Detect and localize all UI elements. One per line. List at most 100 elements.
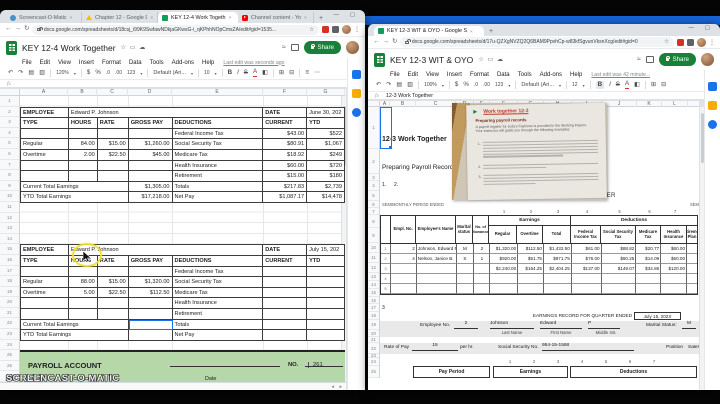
grid-cell[interactable]: E bbox=[172, 89, 263, 96]
grid-cell[interactable]: $60.25 bbox=[601, 254, 637, 264]
row-number[interactable]: 7 bbox=[0, 160, 19, 171]
header-medicare-tax[interactable]: Medicare Tax bbox=[636, 226, 661, 244]
row-number[interactable]: 1 bbox=[368, 107, 379, 149]
grid-cell[interactable]: $22.50 bbox=[97, 149, 129, 161]
row-number[interactable]: 3 bbox=[0, 117, 19, 128]
employee-no-value[interactable]: 2 bbox=[454, 321, 478, 329]
keep-icon[interactable] bbox=[708, 101, 717, 110]
extensions-icon[interactable] bbox=[332, 26, 339, 33]
italic-icon[interactable]: I bbox=[609, 81, 611, 88]
grid-cell[interactable] bbox=[307, 277, 345, 288]
move-folder-icon[interactable]: ▭ bbox=[488, 57, 493, 63]
italic-icon[interactable]: I bbox=[237, 69, 239, 76]
maximize-button[interactable]: ▢ bbox=[705, 25, 710, 31]
row-number[interactable]: 19 bbox=[0, 287, 19, 298]
zoom-select[interactable]: 120% bbox=[56, 70, 69, 76]
redo-icon[interactable]: ↷ bbox=[18, 69, 23, 76]
marital-status-value[interactable]: M bbox=[682, 321, 696, 329]
grid-cell[interactable]: F bbox=[263, 89, 307, 96]
grid-cell[interactable]: YTD bbox=[307, 255, 345, 267]
period-ended-label[interactable]: SEMIMONTHLY PERIOD ENDED bbox=[382, 202, 444, 207]
ytd-total-label-cell[interactable]: YTD Total Earnings bbox=[21, 192, 129, 203]
grid-cell[interactable] bbox=[474, 264, 491, 274]
chrome-menu-icon[interactable]: ⋮ bbox=[709, 39, 715, 46]
totals-ytd-cell[interactable]: $2,739 bbox=[307, 181, 346, 193]
strikethrough-icon[interactable]: S bbox=[616, 81, 620, 88]
tab-chapter12[interactable]: Chapter 12 - Google D × bbox=[82, 12, 158, 23]
current-total-label-cell[interactable]: Current Total Earnings bbox=[21, 319, 129, 331]
grid-cell[interactable]: TYPE bbox=[21, 118, 69, 129]
grid-cell[interactable] bbox=[416, 284, 457, 294]
grid-cell[interactable]: A bbox=[20, 89, 68, 96]
grid-cell[interactable] bbox=[474, 284, 491, 294]
row-number[interactable]: 7 bbox=[368, 208, 379, 215]
rate-of-pay-value[interactable]: 15 bbox=[412, 343, 458, 351]
row-number[interactable]: 15 bbox=[368, 289, 379, 297]
grid-cell[interactable]: Medicare Tax bbox=[172, 287, 264, 299]
row-number[interactable]: 14 bbox=[0, 234, 19, 245]
grid-cell[interactable]: $137.00 bbox=[571, 264, 602, 274]
step3-cell[interactable]: 3 bbox=[382, 305, 385, 311]
grid-cell[interactable]: $61.00 bbox=[571, 244, 602, 254]
employee-no-label[interactable]: Employee No. bbox=[420, 323, 450, 328]
grid-cell[interactable]: $1,320.00 bbox=[128, 277, 173, 288]
grid-cell[interactable] bbox=[518, 274, 544, 284]
grid-cell[interactable]: Format bbox=[102, 60, 121, 66]
back-button[interactable]: ← bbox=[5, 26, 12, 33]
row-number[interactable]: 15 bbox=[0, 244, 19, 255]
grid-cell[interactable]: 84.00 bbox=[68, 139, 98, 150]
grid-cell[interactable] bbox=[263, 298, 308, 309]
grid-cell[interactable] bbox=[416, 274, 457, 284]
grid-cell[interactable]: Data bbox=[129, 60, 142, 66]
activity-icon[interactable]: ≈ bbox=[637, 56, 641, 63]
header-federal-income-tax[interactable]: Federal Income Tax bbox=[571, 226, 601, 244]
paint-format-icon[interactable]: ▥ bbox=[407, 81, 413, 88]
grid-cell[interactable] bbox=[687, 244, 697, 254]
grid-cell[interactable]: Edit bbox=[408, 72, 418, 78]
tab-key-12-3[interactable]: KEY 12-3 WIT & OYO - Google S × bbox=[374, 26, 484, 36]
grid-cell[interactable]: Federal Income Tax bbox=[172, 128, 264, 140]
grid-cell[interactable]: RATE bbox=[97, 118, 129, 129]
grid-cell[interactable]: Data bbox=[497, 72, 510, 78]
percent-format-icon[interactable]: % bbox=[463, 81, 469, 88]
date-label-cell[interactable]: DATE bbox=[263, 107, 308, 119]
row-number[interactable]: 6 bbox=[0, 149, 19, 160]
grid-cell[interactable]: $43.00 bbox=[263, 128, 308, 140]
merge-cells-icon[interactable]: ⊟ bbox=[661, 81, 666, 88]
borders-icon[interactable]: ⊞ bbox=[279, 69, 284, 76]
grid-cell[interactable]: Edit bbox=[40, 60, 50, 66]
header-allowances[interactable]: No. of allowances bbox=[473, 216, 489, 244]
grid-cell[interactable] bbox=[21, 308, 69, 320]
grid-cell[interactable]: Johnson, Edward P. bbox=[416, 244, 457, 254]
percent-format-icon[interactable]: % bbox=[95, 69, 101, 76]
grid-cell[interactable] bbox=[128, 266, 173, 278]
grid-cell[interactable] bbox=[307, 266, 345, 278]
select-all-corner[interactable] bbox=[368, 101, 380, 106]
tasks-icon[interactable] bbox=[352, 108, 361, 117]
grid-cell[interactable] bbox=[263, 287, 308, 299]
grid-cell[interactable]: Regular bbox=[21, 277, 69, 288]
grid-cell[interactable]: $112.50 bbox=[128, 287, 173, 299]
grid-cell[interactable]: $18.92 bbox=[263, 149, 308, 161]
totals-label-cell[interactable]: Totals bbox=[172, 319, 264, 331]
row-number[interactable]: 19 bbox=[368, 320, 379, 330]
grid-cell[interactable] bbox=[456, 284, 475, 294]
grid-cell[interactable]: Social Security Tax bbox=[172, 277, 264, 288]
grid-cell[interactable]: $80.91 bbox=[263, 139, 308, 150]
grid-cell[interactable]: TYPE bbox=[21, 255, 69, 267]
calendar-icon[interactable] bbox=[708, 82, 717, 91]
grid-cell[interactable]: Social Security Tax bbox=[172, 139, 264, 150]
marital-status-label[interactable]: Marital Status: bbox=[646, 323, 677, 328]
grid-cell[interactable] bbox=[571, 274, 602, 284]
decimal-decrease-icon[interactable]: .0 bbox=[474, 82, 478, 88]
row-number[interactable]: 13 bbox=[368, 273, 379, 281]
pay-period-box[interactable]: Pay Period bbox=[413, 366, 490, 378]
grid-cell[interactable]: $1,320.00 bbox=[490, 244, 519, 254]
row-number[interactable]: 23 bbox=[0, 329, 19, 340]
select-all-corner[interactable] bbox=[0, 89, 20, 95]
comment-icon[interactable] bbox=[290, 44, 299, 51]
grid-cell[interactable]: RATE bbox=[97, 255, 129, 267]
minimize-button[interactable]: — bbox=[334, 12, 340, 18]
deductions-group-label[interactable]: Deductions bbox=[571, 216, 697, 226]
left-formula-bar[interactable]: fx bbox=[0, 80, 365, 88]
